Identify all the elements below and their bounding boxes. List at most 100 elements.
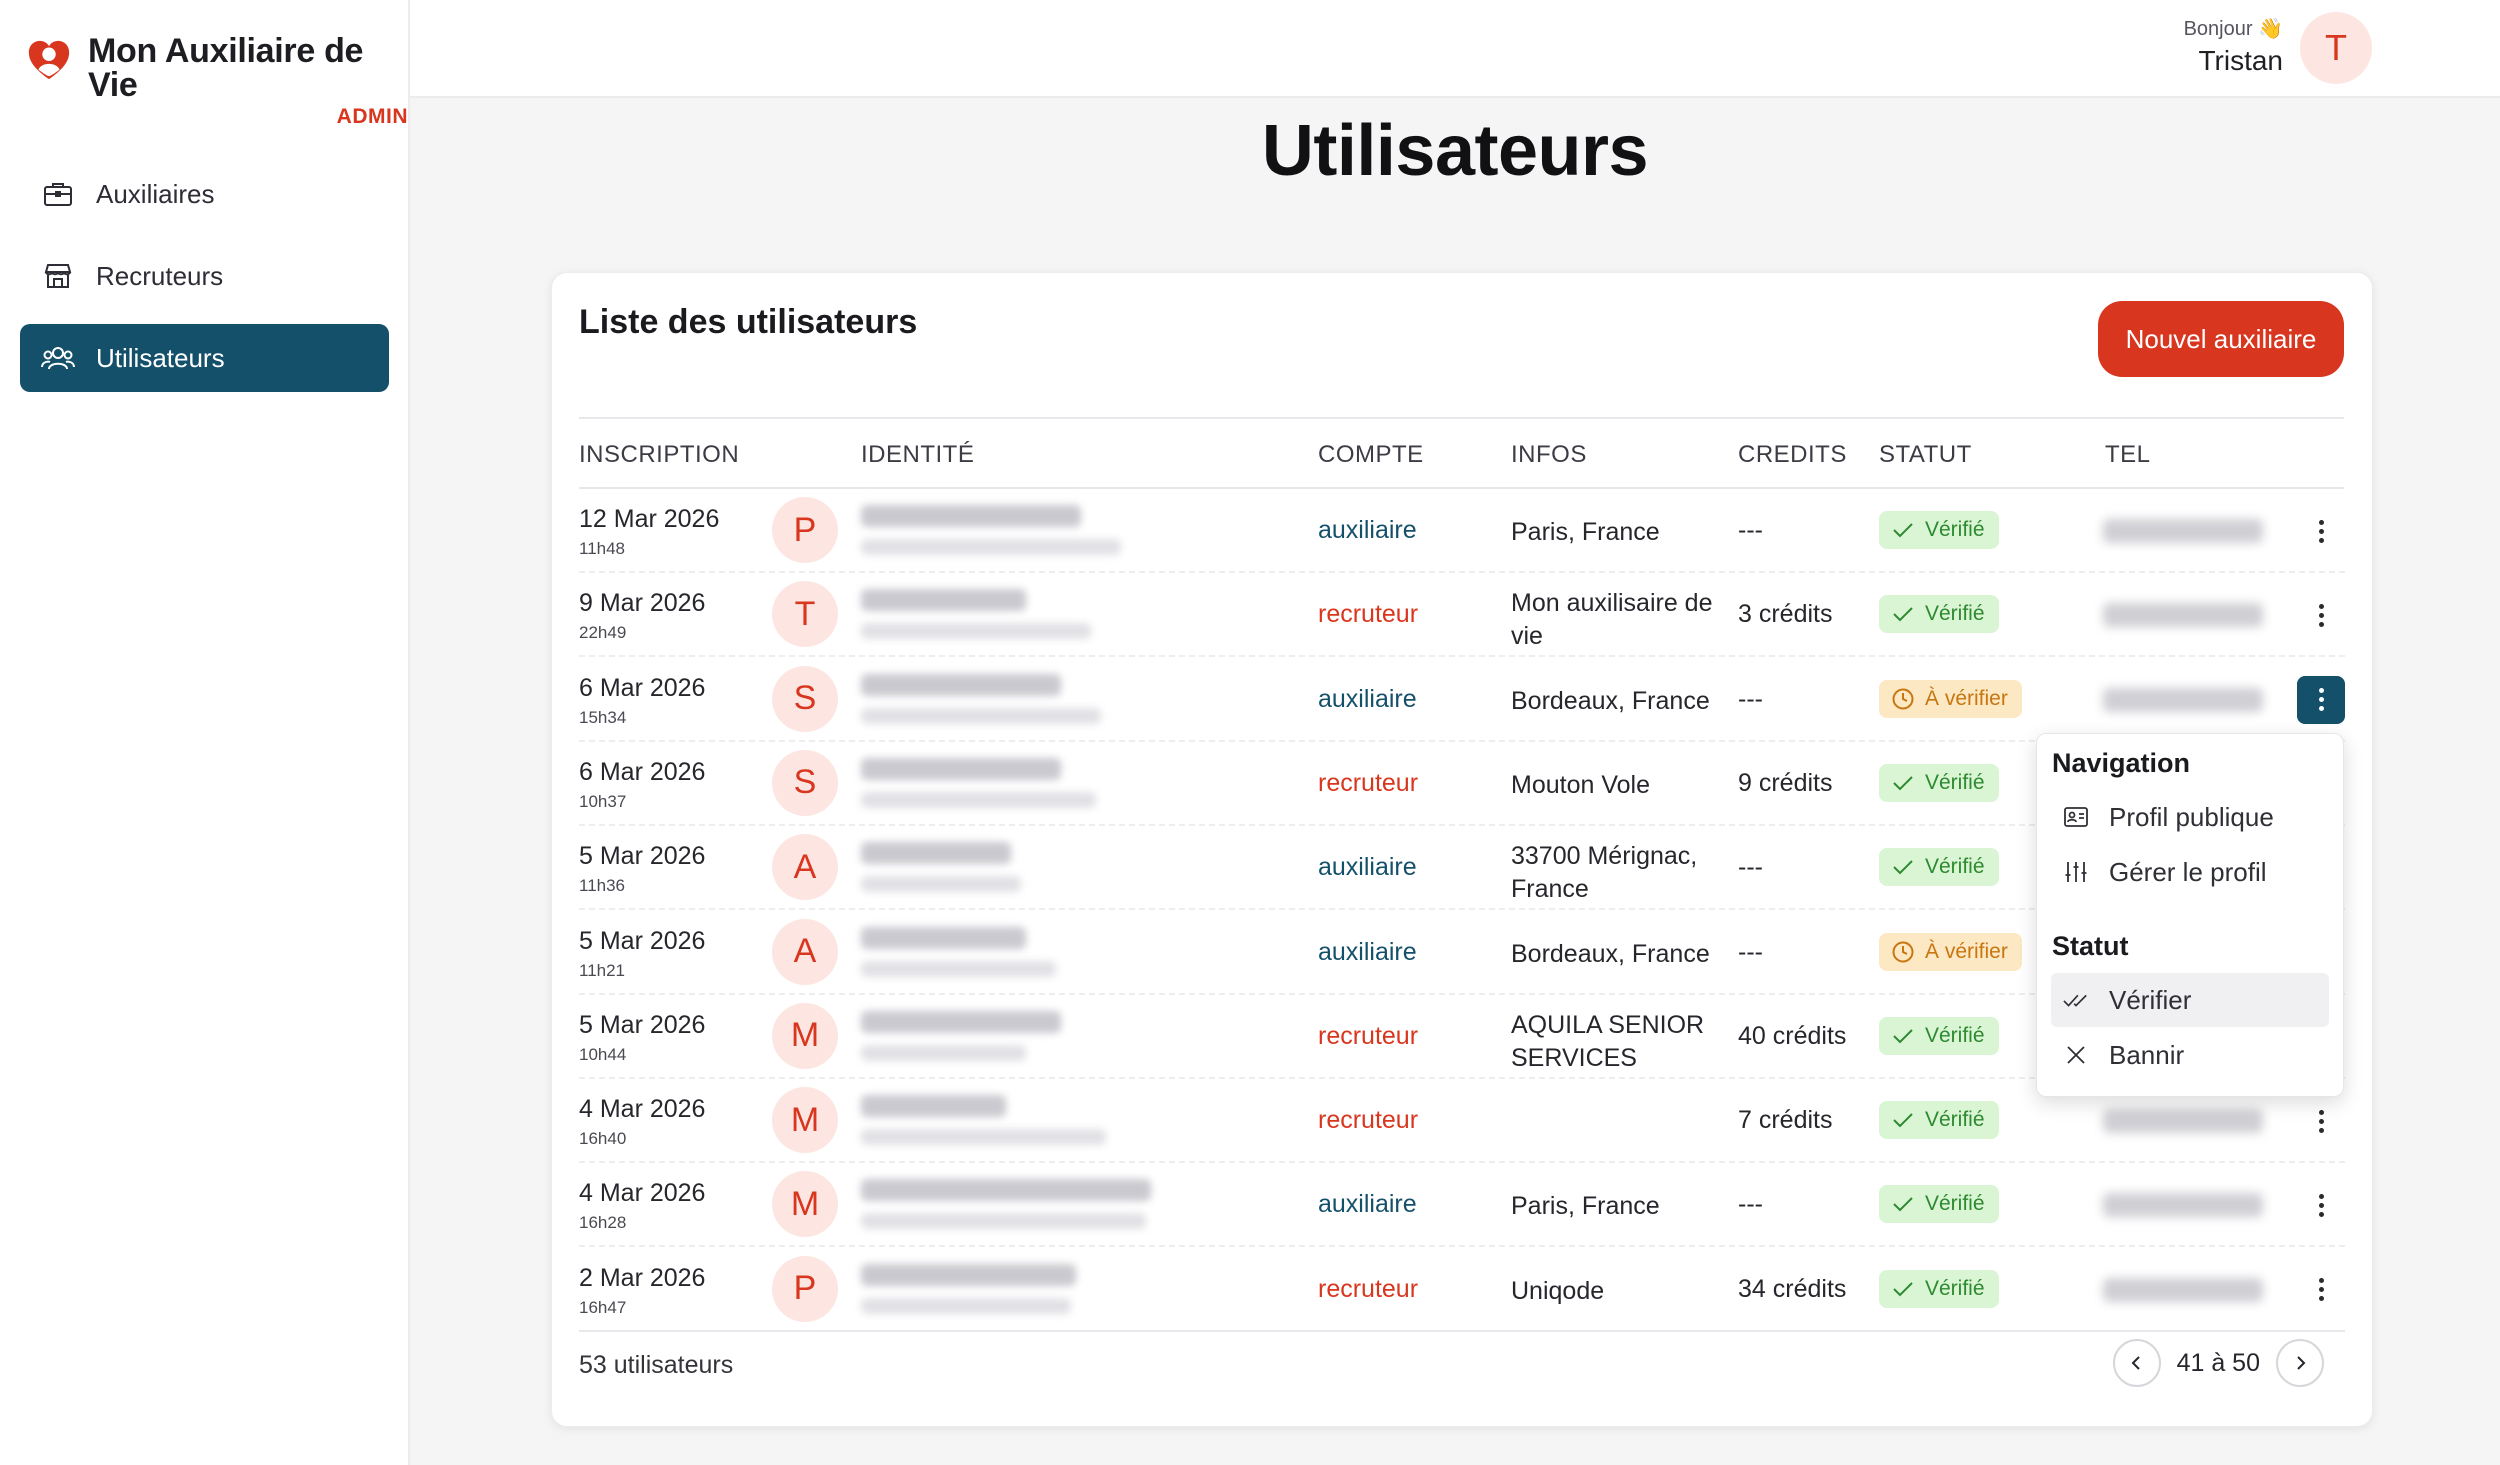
registration-date: 4 Mar 2026	[579, 1179, 706, 1208]
sidebar-item-label: Utilisateurs	[96, 342, 225, 373]
redacted-email	[861, 791, 1096, 808]
status-badge: Vérifié	[1879, 1185, 1999, 1224]
page-range: 41 à 50	[2176, 1348, 2260, 1377]
registration-date: 5 Mar 2026	[579, 926, 706, 955]
user-infos: Paris, France	[1511, 1192, 1660, 1221]
account-type: auxiliaire	[1318, 684, 1417, 713]
user-avatar-initial: P	[772, 497, 838, 563]
status-label: Vérifié	[1925, 602, 1985, 626]
status-label: Vérifié	[1925, 1276, 1985, 1300]
status-label: À vérifier	[1925, 939, 2008, 963]
menu-item-bannir[interactable]: Bannir	[2051, 1028, 2329, 1082]
id-card-icon	[2063, 804, 2089, 830]
redacted-email	[861, 623, 1091, 640]
table-row[interactable]: 2 Mar 2026 16h47 Precruteur Uniqode 34 crédi…	[579, 1248, 2345, 1332]
status-label: Vérifié	[1925, 1192, 1985, 1216]
users-count: 53 utilisateurs	[579, 1351, 734, 1379]
row-actions-button[interactable]	[2297, 591, 2345, 639]
redacted-email	[861, 1213, 1146, 1230]
check-icon	[1893, 1113, 1913, 1128]
status-label: Vérifié	[1925, 518, 1985, 541]
user-avatar-initial: T	[772, 581, 838, 648]
menu-item-label: Vérifier	[2109, 984, 2192, 1015]
registration-date: 9 Mar 2026	[579, 589, 706, 618]
double-check-icon	[2063, 987, 2089, 1013]
sidebar-item-recruteurs[interactable]: Recruteurs	[20, 242, 389, 310]
table-row[interactable]: 12 Mar 2026 11h48 Pauxiliaire Paris, France…	[579, 489, 2345, 573]
row-actions-button[interactable]	[2297, 1266, 2345, 1314]
user-avatar-initial: S	[772, 749, 838, 816]
pagination: 41 à 50	[2112, 1339, 2324, 1387]
redacted-phone	[2103, 519, 2263, 543]
registration-time: 16h40	[579, 1129, 627, 1149]
status-label: Vérifié	[1925, 1023, 1985, 1047]
column-header-compte: COMPTE	[1318, 441, 1424, 468]
registration-date: 6 Mar 2026	[579, 673, 706, 702]
briefcase-icon	[40, 176, 76, 212]
user-infos: Bordeaux, France	[1511, 686, 1710, 715]
menu-heading-statut: Statut	[2052, 931, 2129, 961]
registration-time: 11h48	[579, 539, 626, 558]
redacted-email	[861, 1044, 1026, 1061]
user-infos: Mouton Vole	[1511, 770, 1650, 799]
more-vertical-icon	[2318, 600, 2324, 631]
menu-item-profil-publique[interactable]: Profil publique	[2051, 790, 2329, 844]
status-badge: Vérifié	[1879, 595, 1999, 634]
users-icon	[40, 340, 76, 376]
table-row[interactable]: 6 Mar 2026 15h34 Sauxiliaire Bordeaux, Fran…	[579, 658, 2345, 742]
registration-time: 11h21	[579, 960, 626, 980]
user-avatar-initial: A	[772, 918, 838, 985]
redacted-name	[861, 589, 1026, 612]
redacted-name	[861, 505, 1081, 527]
status-badge: Vérifié	[1879, 1269, 1999, 1308]
sidebar-item-auxiliaires[interactable]: Auxiliaires	[20, 160, 389, 228]
menu-item-gerer-profil[interactable]: Gérer le profil	[2051, 845, 2329, 899]
user-credits: ---	[1738, 684, 1763, 713]
registration-date: 4 Mar 2026	[579, 1095, 706, 1124]
user-avatar-initial: M	[772, 1002, 838, 1069]
row-actions-button[interactable]	[2297, 675, 2345, 724]
status-badge: Vérifié	[1879, 763, 1999, 802]
next-page-button[interactable]	[2276, 1339, 2324, 1387]
user-infos: 33700 Mérignac, France	[1511, 842, 1698, 904]
user-greeting: Bonjour 👋 Tristan	[2184, 16, 2283, 77]
status-badge: Vérifié	[1879, 1101, 1999, 1140]
check-icon	[1893, 776, 1913, 791]
user-credits: 3 crédits	[1738, 600, 1833, 629]
sidebar-item-utilisateurs[interactable]: Utilisateurs	[20, 324, 389, 392]
status-badge: À vérifier	[1879, 932, 2022, 971]
status-label: Vérifié	[1925, 770, 1985, 794]
registration-time: 15h34	[579, 707, 627, 727]
status-label: Vérifié	[1925, 1108, 1985, 1132]
app-logo[interactable]: Mon Auxiliaire de Vie ADMIN	[26, 34, 408, 127]
user-avatar-initial: M	[772, 1171, 838, 1238]
row-actions-button[interactable]	[2297, 507, 2345, 555]
table-row[interactable]: 4 Mar 2026 16h28 Mauxiliaire Paris, France -…	[579, 1163, 2345, 1248]
row-actions-button[interactable]	[2297, 1181, 2345, 1229]
user-infos: Bordeaux, France	[1511, 939, 1710, 968]
registration-time: 10h37	[579, 791, 627, 811]
account-type: recruteur	[1318, 600, 1419, 629]
registration-time: 10h44	[579, 1044, 627, 1064]
sidebar: Mon Auxiliaire de Vie ADMIN Auxiliaires …	[0, 0, 410, 1465]
account-type: auxiliaire	[1318, 853, 1417, 882]
user-avatar[interactable]: T	[2300, 12, 2372, 84]
menu-item-verifier[interactable]: Vérifier	[2051, 973, 2329, 1027]
menu-item-label: Bannir	[2109, 1039, 2185, 1070]
clock-icon	[1892, 688, 1914, 710]
account-type: auxiliaire	[1318, 516, 1417, 544]
column-header-identite: IDENTITÉ	[861, 441, 975, 468]
user-credits: ---	[1738, 937, 1763, 966]
redacted-email	[861, 1129, 1106, 1146]
redacted-email	[861, 539, 1121, 555]
new-auxiliary-button[interactable]: Nouvel auxiliaire	[2098, 301, 2344, 377]
top-bar: Bonjour 👋 Tristan T	[410, 0, 2500, 98]
app-subtitle: ADMIN	[336, 105, 408, 128]
previous-page-button[interactable]	[2112, 1339, 2161, 1387]
table-header: INSCRIPTION IDENTITÉ COMPTE INFOS CREDIT…	[579, 417, 2344, 489]
user-infos: AQUILA SENIOR SERVICES	[1511, 1010, 1705, 1072]
row-actions-button[interactable]	[2297, 1097, 2345, 1145]
table-row[interactable]: 9 Mar 2026 22h49 Trecruteur Mon auxilisaire…	[579, 573, 2345, 658]
account-type: recruteur	[1318, 1274, 1419, 1303]
more-vertical-icon	[2318, 1106, 2324, 1137]
